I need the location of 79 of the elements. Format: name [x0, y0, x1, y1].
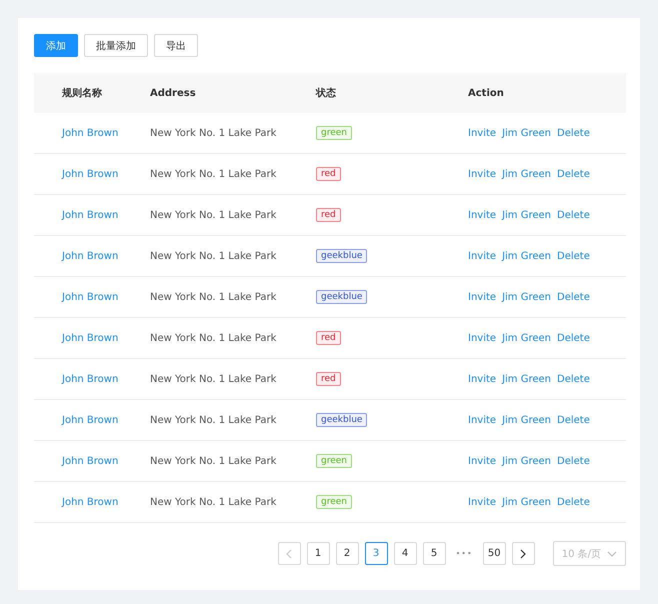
column-header: 规则名称 [61, 86, 103, 100]
action-link[interactable]: Jim Green [502, 292, 551, 302]
name-link[interactable]: John Brown [62, 374, 118, 384]
table-cell-text: New York No. 1 Lake Park [150, 332, 278, 344]
status-tag: red [316, 372, 341, 386]
action-link[interactable]: Invite [468, 332, 496, 344]
page-size-value: 10 条/页 [562, 548, 601, 560]
name-link[interactable]: John Brown [62, 414, 118, 426]
action-link[interactable]: Invite [468, 292, 496, 302]
action-link[interactable]: Jim Green [502, 374, 551, 384]
status-tag: red [316, 331, 341, 345]
column-header: 状态 [316, 86, 337, 100]
status-tag: red [316, 167, 341, 181]
action-link[interactable]: Delete [557, 456, 590, 466]
action-link[interactable]: Jim Green [502, 496, 551, 508]
next-page-button[interactable] [512, 542, 535, 565]
action-link[interactable]: Invite [468, 250, 496, 262]
table-cell-text: New York No. 1 Lake Park [150, 414, 278, 426]
table-cell-text: New York No. 1 Lake Park [150, 128, 278, 138]
table-cell-text: New York No. 1 Lake Park [150, 374, 278, 384]
action-link[interactable]: Jim Green [502, 456, 551, 466]
status-tag: red [316, 208, 341, 222]
action-link[interactable]: Invite [468, 128, 496, 138]
action-link[interactable]: Invite [468, 496, 496, 508]
action-link[interactable]: Delete [557, 414, 590, 426]
action-link[interactable]: Delete [557, 168, 590, 180]
action-link[interactable]: Invite [468, 414, 496, 426]
page-button[interactable]: 2 [336, 542, 359, 565]
page-button[interactable]: 5 [422, 542, 446, 565]
action-link[interactable]: Invite [468, 456, 496, 466]
action-link[interactable]: Delete [557, 496, 590, 508]
chevron-right-icon [519, 548, 528, 558]
action-link[interactable]: Jim Green [502, 414, 551, 426]
status-tag: green [316, 454, 352, 468]
action-link[interactable]: Jim Green [502, 332, 551, 344]
action-link[interactable]: Delete [557, 250, 590, 262]
name-link[interactable]: John Brown [62, 496, 118, 508]
action-link[interactable]: Jim Green [502, 168, 551, 180]
toolbar-button[interactable]: 添加 [34, 34, 78, 57]
action-link[interactable]: Invite [468, 168, 496, 180]
column-header: Action [468, 88, 505, 98]
table-cell-text: New York No. 1 Lake Park [150, 168, 278, 180]
action-link[interactable]: Delete [557, 128, 590, 138]
action-link[interactable]: Delete [557, 332, 590, 344]
name-link[interactable]: John Brown [62, 168, 118, 180]
name-link[interactable]: John Brown [62, 292, 118, 302]
table-cell-text: New York No. 1 Lake Park [150, 496, 278, 508]
toolbar-button[interactable]: 批量添加 [84, 34, 148, 57]
action-link[interactable]: Jim Green [502, 128, 551, 138]
page-button[interactable]: 4 [394, 542, 417, 565]
toolbar-button[interactable]: 导出 [154, 34, 198, 57]
action-link[interactable]: Delete [557, 374, 590, 384]
status-tag: geekblue [316, 290, 368, 304]
action-link[interactable]: Invite [468, 210, 496, 220]
column-header: Address [150, 88, 197, 98]
table-cell-text: New York No. 1 Lake Park [150, 456, 278, 466]
chevron-down-icon [607, 550, 617, 556]
name-link[interactable]: John Brown [62, 332, 118, 344]
status-tag: green [316, 126, 352, 140]
table-cell-text: New York No. 1 Lake Park [150, 292, 278, 302]
ellipsis[interactable]: ••• [452, 549, 477, 558]
action-link[interactable]: Jim Green [502, 210, 551, 220]
name-link[interactable]: John Brown [62, 456, 118, 466]
action-link[interactable]: Invite [468, 374, 496, 384]
action-link[interactable]: Delete [557, 210, 590, 220]
name-link[interactable]: John Brown [62, 128, 118, 138]
page-button[interactable]: 1 [306, 542, 330, 565]
status-tag: green [316, 495, 352, 509]
action-link[interactable]: Delete [557, 292, 590, 302]
page-button[interactable]: 50 [482, 542, 506, 565]
name-link[interactable]: John Brown [62, 210, 118, 220]
chevron-left-icon [285, 548, 294, 558]
table-cell-text: New York No. 1 Lake Park [150, 250, 278, 262]
status-tag: geekblue [316, 249, 368, 263]
status-tag: geekblue [316, 413, 368, 427]
table-cell-text: New York No. 1 Lake Park [150, 210, 278, 220]
action-link[interactable]: Jim Green [502, 250, 551, 262]
page-button[interactable]: 3 [364, 542, 388, 565]
name-link[interactable]: John Brown [62, 250, 118, 262]
